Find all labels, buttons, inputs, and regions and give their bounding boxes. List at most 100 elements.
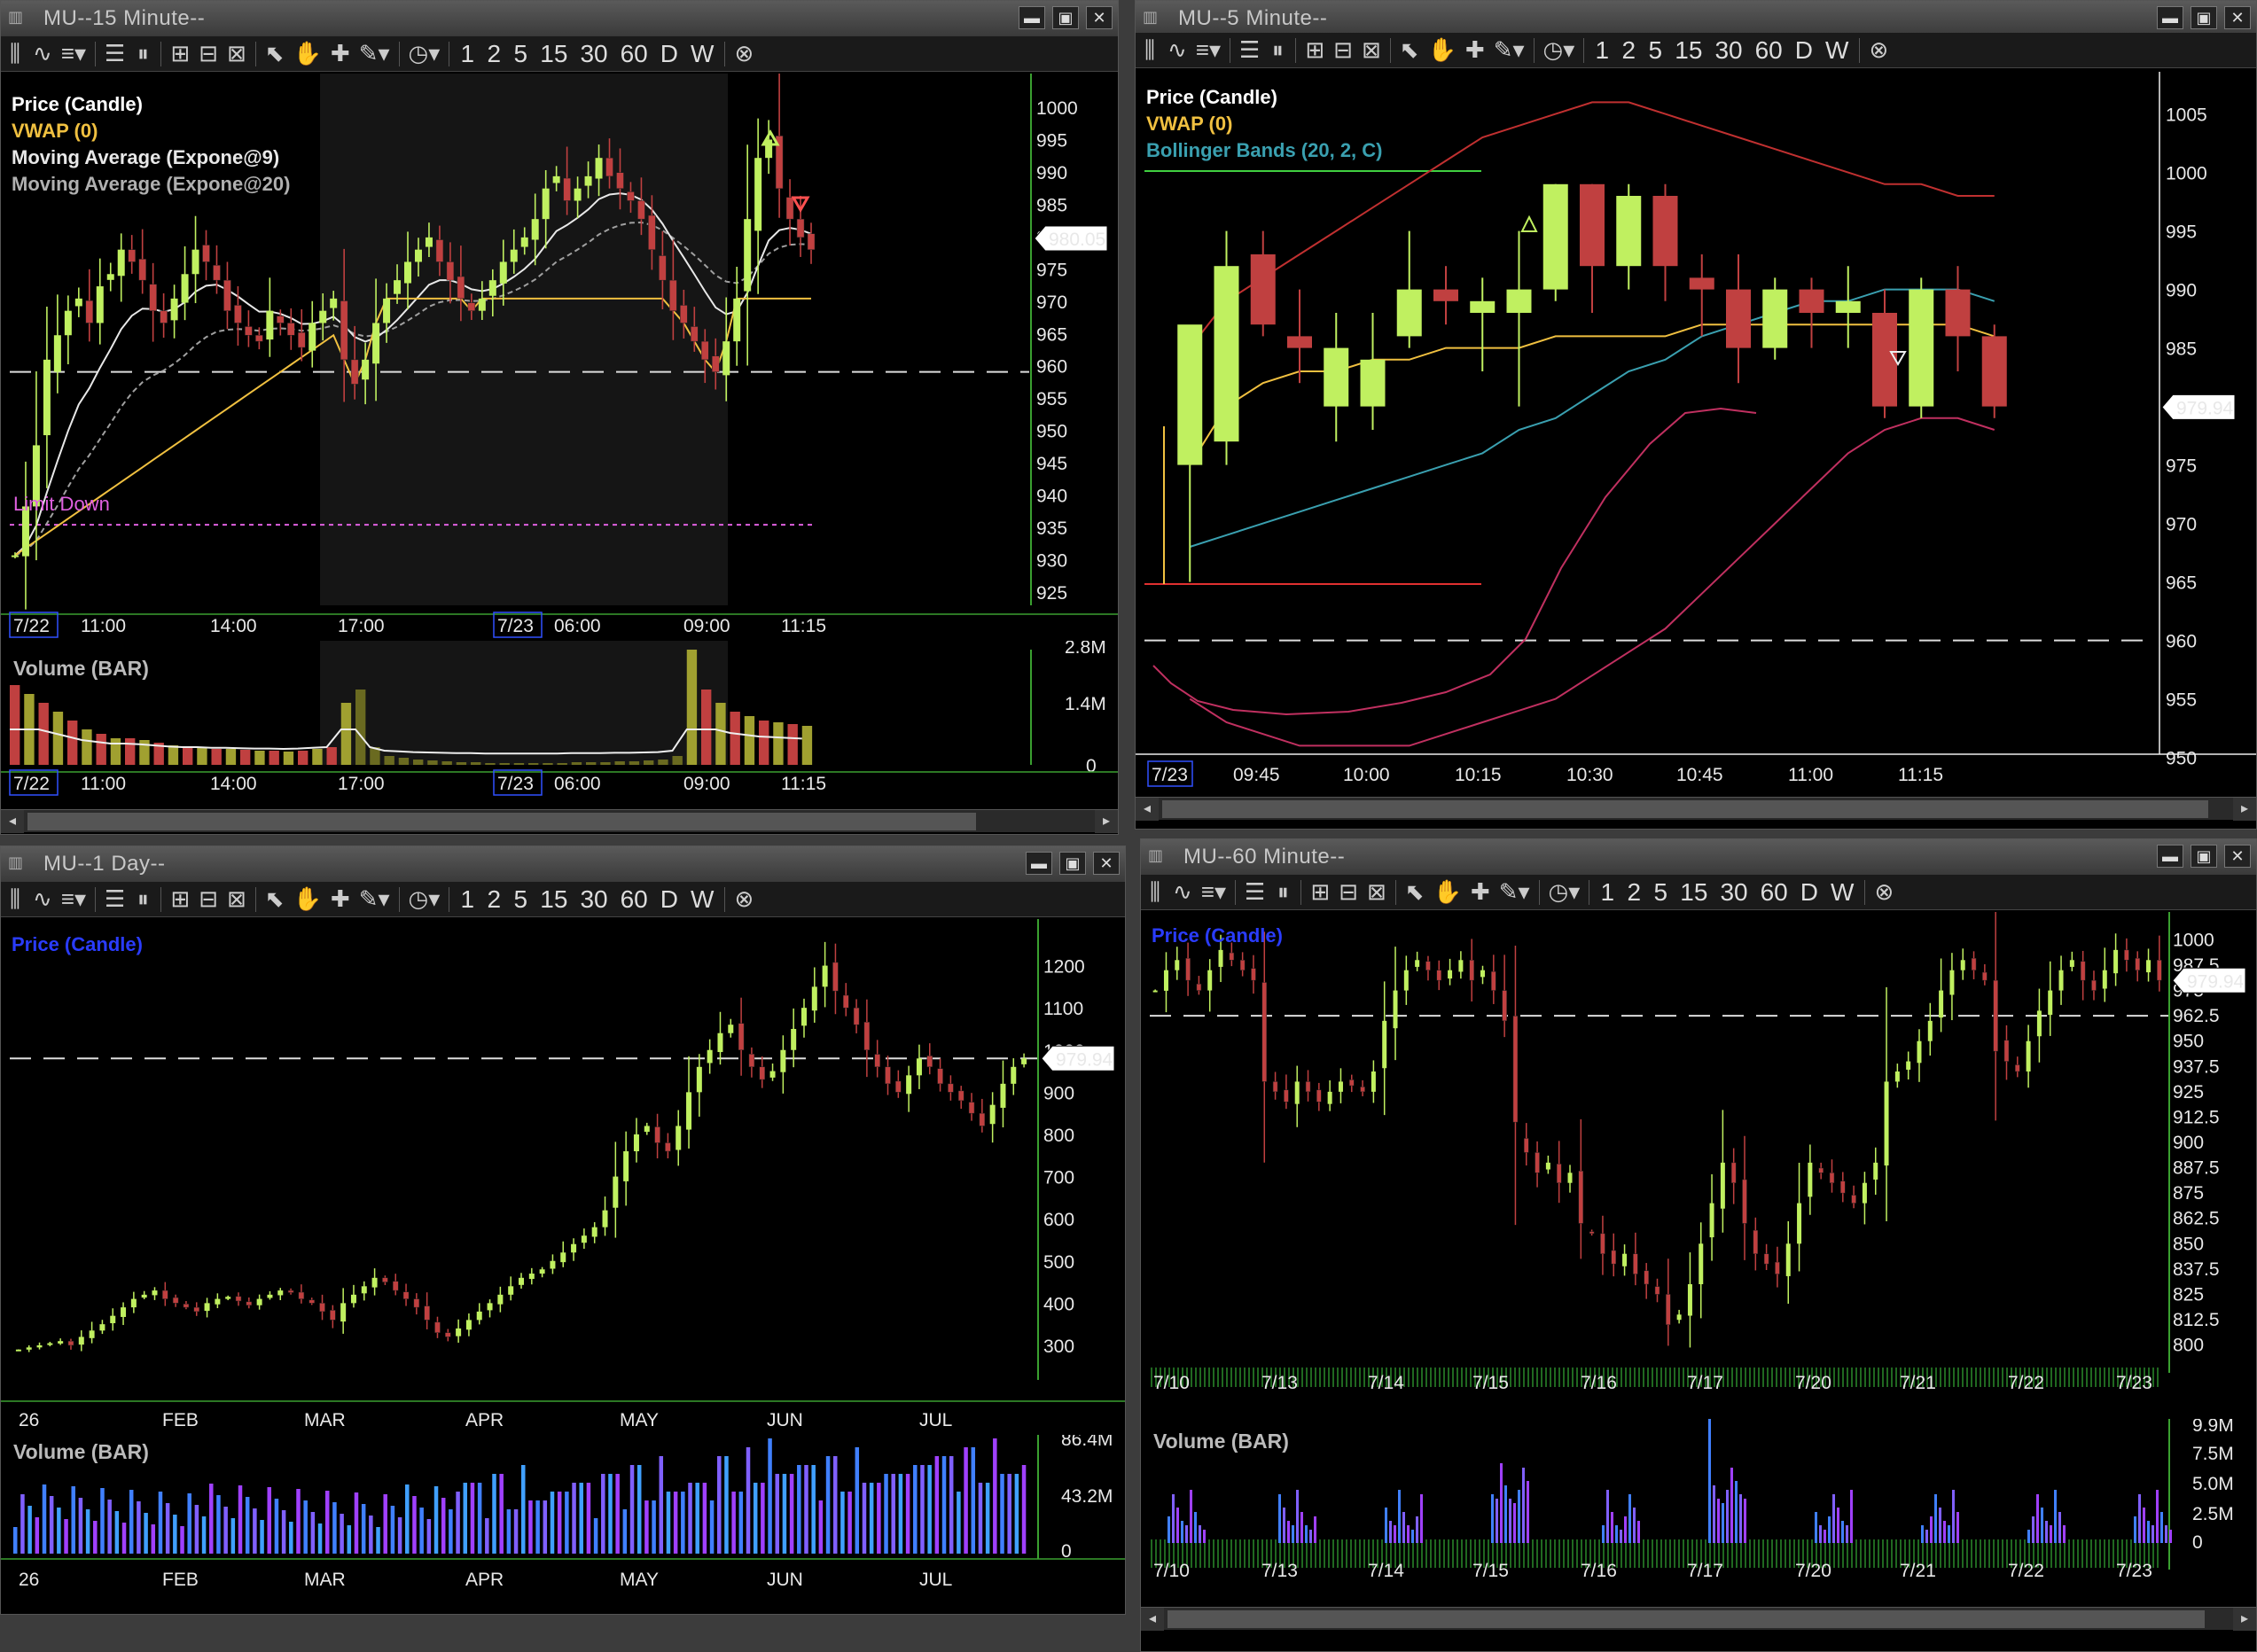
interval-button-D[interactable]: D [659, 40, 680, 68]
price-pane[interactable]: 1005100099599098598097597096596095595097… [1136, 72, 2256, 790]
interval-button-60[interactable]: 60 [619, 885, 650, 914]
volume-chart-1day[interactable]: 86.4M43.2M026 FEB MAR APR MAY JUN JUL [1, 1435, 1125, 1612]
interval-button-60[interactable]: 60 [1759, 878, 1790, 907]
interval-button-15[interactable]: 15 [538, 40, 569, 68]
volume-chart-15min[interactable]: 2.8M 1.4M 0 7/22 11:00 14:00 17:00 7/23 06:00 09:… [1, 641, 1118, 811]
interval-button-2[interactable]: 2 [485, 40, 503, 68]
volume-pane[interactable]: 2.8M 1.4M 0 7/22 11:00 14:00 17:00 7/23 06:00 09:… [1, 641, 1118, 811]
pan-hand-icon[interactable]: ✋ [1433, 878, 1462, 907]
pointer-icon[interactable]: ⬉ [1400, 36, 1419, 65]
horizontal-scrollbar[interactable]: ◂ ▸ [1141, 1607, 2256, 1631]
window-60-minute[interactable]: ▥ MU--60 Minute-- ▬ ▣ ✕ ⫼ ∿ ≡▾ ☰ ⏸ ⊞ ⊟ ⊠ ⬉ ✋ ✚ ✎▾ ◷▾… [1140, 838, 2257, 1652]
zoom-in-icon[interactable]: ⊞ [1305, 36, 1324, 65]
scroll-right-arrow-icon[interactable]: ▸ [2233, 1608, 2256, 1631]
maximize-button[interactable]: ▣ [2191, 845, 2217, 868]
titlebar[interactable]: ▥ MU--5 Minute-- ▬ ▣ ✕ [1136, 1, 2256, 36]
crosshair-icon[interactable]: ✚ [1465, 36, 1485, 65]
indicator-icon[interactable]: ∿ [1173, 878, 1192, 907]
price-pane[interactable]: 1000995990985980975970965960955950945940… [1, 74, 1118, 641]
interval-button-D[interactable]: D [1799, 878, 1820, 907]
clock-icon[interactable]: ◷▾ [1549, 878, 1581, 907]
draw-pen-icon[interactable]: ✎▾ [359, 40, 390, 68]
interval-button-5[interactable]: 5 [512, 40, 529, 68]
zoom-fit-icon[interactable]: ⊠ [227, 40, 246, 68]
price-pane[interactable]: 1000987.5975962.5950937.5925912.5900887.… [1141, 912, 2256, 1417]
clear-icon[interactable]: ⊗ [734, 885, 754, 914]
scroll-left-arrow-icon[interactable]: ◂ [1, 810, 24, 833]
vertical-lines-icon[interactable]: ⏸ [134, 40, 152, 68]
interval-button-W[interactable]: W [689, 40, 715, 68]
indicator-icon[interactable]: ∿ [1168, 36, 1187, 65]
clock-icon[interactable]: ◷▾ [1543, 36, 1575, 65]
zoom-out-icon[interactable]: ⊟ [199, 40, 218, 68]
interval-button-W[interactable]: W [689, 885, 715, 914]
minimize-button[interactable]: ▬ [2157, 6, 2183, 29]
interval-button-5[interactable]: 5 [1652, 878, 1669, 907]
interval-button-5[interactable]: 5 [512, 885, 529, 914]
titlebar[interactable]: ▥ MU--15 Minute-- ▬ ▣ ✕ [1, 1, 1118, 36]
close-button[interactable]: ✕ [2224, 845, 2251, 868]
zoom-fit-icon[interactable]: ⊠ [1367, 878, 1386, 907]
interval-button-15[interactable]: 15 [538, 885, 569, 914]
horizontal-scrollbar[interactable]: ◂ ▸ [1136, 797, 2256, 821]
horizontal-lines-icon[interactable]: ☰ [105, 885, 125, 914]
interval-button-2[interactable]: 2 [1625, 878, 1643, 907]
interval-button-30[interactable]: 30 [578, 40, 609, 68]
close-button[interactable]: ✕ [1093, 852, 1120, 875]
zoom-in-icon[interactable]: ⊞ [1310, 878, 1330, 907]
zoom-fit-icon[interactable]: ⊠ [1362, 36, 1381, 65]
indicator-icon[interactable]: ∿ [33, 40, 52, 68]
scroll-right-arrow-icon[interactable]: ▸ [2233, 798, 2256, 821]
pointer-icon[interactable]: ⬉ [1405, 878, 1425, 907]
interval-button-D[interactable]: D [1793, 36, 1815, 65]
template-icon[interactable]: ≡▾ [1201, 878, 1226, 907]
clear-icon[interactable]: ⊗ [1869, 36, 1888, 65]
indicator-icon[interactable]: ∿ [33, 885, 52, 914]
minimize-button[interactable]: ▬ [2157, 845, 2183, 868]
clock-icon[interactable]: ◷▾ [409, 885, 441, 914]
draw-pen-icon[interactable]: ✎▾ [1499, 878, 1530, 907]
price-chart-5min[interactable]: 1005100099599098598097597096596095595097… [1136, 72, 2256, 790]
scroll-right-arrow-icon[interactable]: ▸ [1095, 810, 1118, 833]
volume-chart-60min[interactable]: 9.9M 7.5M 5.0M 2.5M 0 7/10 7/13 7/14 7/15 7/16 7/1… [1141, 1419, 2256, 1605]
interval-button-1[interactable]: 1 [1593, 36, 1611, 65]
horizontal-lines-icon[interactable]: ☰ [105, 40, 125, 68]
clear-icon[interactable]: ⊗ [1874, 878, 1894, 907]
chart-type-icon[interactable]: ⫼ [1141, 36, 1159, 65]
zoom-out-icon[interactable]: ⊟ [199, 885, 218, 914]
interval-button-W[interactable]: W [1824, 36, 1850, 65]
interval-button-60[interactable]: 60 [619, 40, 650, 68]
close-button[interactable]: ✕ [1086, 6, 1113, 29]
horizontal-lines-icon[interactable]: ☰ [1239, 36, 1260, 65]
zoom-out-icon[interactable]: ⊟ [1333, 36, 1353, 65]
template-icon[interactable]: ≡▾ [61, 40, 86, 68]
interval-button-15[interactable]: 15 [1678, 878, 1709, 907]
maximize-button[interactable]: ▣ [1059, 852, 1086, 875]
close-button[interactable]: ✕ [2224, 6, 2251, 29]
interval-button-2[interactable]: 2 [485, 885, 503, 914]
price-chart-1day[interactable]: 120011001000900800700600500400300979.942… [1, 919, 1125, 1433]
crosshair-icon[interactable]: ✚ [1471, 878, 1490, 907]
interval-button-1[interactable]: 1 [458, 40, 476, 68]
pointer-icon[interactable]: ⬉ [265, 885, 285, 914]
vertical-lines-icon[interactable]: ⏸ [1274, 878, 1292, 907]
chart-type-icon[interactable]: ⫼ [1146, 878, 1164, 907]
price-pane[interactable]: 120011001000900800700600500400300979.942… [1, 919, 1125, 1433]
clear-icon[interactable]: ⊗ [734, 40, 754, 68]
crosshair-icon[interactable]: ✚ [331, 885, 350, 914]
pan-hand-icon[interactable]: ✋ [293, 40, 322, 68]
maximize-button[interactable]: ▣ [2191, 6, 2217, 29]
zoom-in-icon[interactable]: ⊞ [170, 885, 190, 914]
zoom-in-icon[interactable]: ⊞ [170, 40, 190, 68]
chart-type-icon[interactable]: ⫼ [6, 885, 24, 914]
vertical-lines-icon[interactable]: ⏸ [134, 885, 152, 914]
pan-hand-icon[interactable]: ✋ [1428, 36, 1457, 65]
interval-button-D[interactable]: D [659, 885, 680, 914]
interval-button-1[interactable]: 1 [1598, 878, 1616, 907]
scroll-thumb[interactable] [1168, 1610, 2205, 1628]
clock-icon[interactable]: ◷▾ [409, 40, 441, 68]
titlebar[interactable]: ▥ MU--1 Day-- ▬ ▣ ✕ [1, 846, 1125, 882]
scroll-thumb[interactable] [27, 813, 976, 830]
interval-button-5[interactable]: 5 [1646, 36, 1664, 65]
window-5-minute[interactable]: ▥ MU--5 Minute-- ▬ ▣ ✕ ⫼ ∿ ≡▾ ☰ ⏸ ⊞ ⊟ ⊠ ⬉ ✋ ✚ ✎▾ ◷▾ 1… [1135, 0, 2257, 830]
